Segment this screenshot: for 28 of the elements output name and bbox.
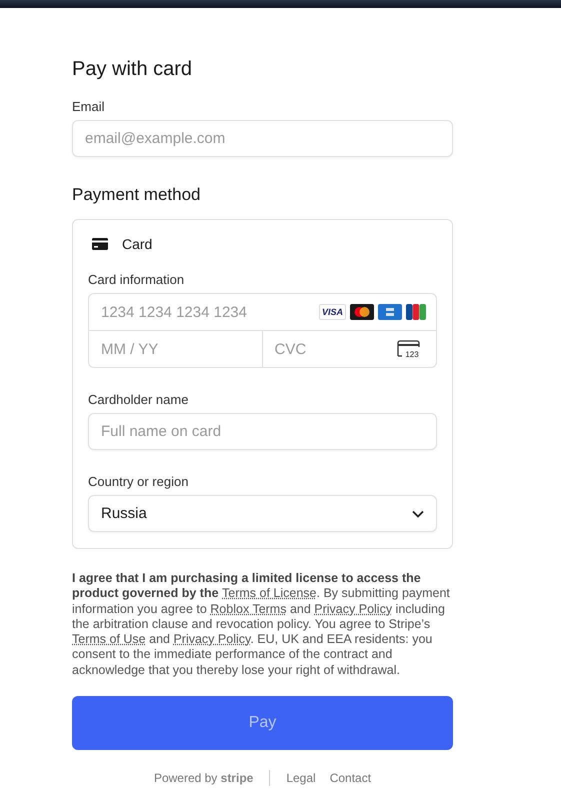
terms-link[interactable]: Privacy Policy bbox=[173, 632, 250, 646]
email-field[interactable]: email@example.com bbox=[72, 120, 453, 157]
page-title: Pay with card bbox=[72, 58, 194, 81]
field-label: Email bbox=[72, 99, 106, 114]
field-label: Card information bbox=[88, 272, 186, 287]
terms-link[interactable]: Privacy Policy bbox=[314, 602, 392, 616]
cardholder-name-field[interactable]: Full name on card bbox=[88, 413, 437, 450]
cvc-field[interactable]: CVC 123 bbox=[262, 331, 437, 368]
card-number-input[interactable]: 1234 1234 1234 1234 bbox=[89, 294, 319, 330]
chevron-down-icon bbox=[412, 510, 424, 518]
terms-link[interactable]: Terms of License bbox=[222, 586, 316, 600]
visa-logo: VISA bbox=[318, 304, 346, 320]
expiry-input[interactable]: MM / YY bbox=[89, 331, 262, 367]
powered-by-text: Powered by stripe bbox=[154, 771, 254, 786]
field-label: Cardholder name bbox=[88, 392, 190, 407]
mastercard-logo bbox=[350, 304, 374, 320]
terms-link[interactable]: Terms of Use bbox=[72, 632, 146, 646]
footer-link[interactable]: Legal bbox=[286, 771, 316, 786]
field-label: Country or region bbox=[88, 474, 190, 489]
country-select[interactable]: Russia bbox=[88, 495, 437, 532]
terms-link[interactable]: Roblox Terms bbox=[210, 602, 286, 616]
footer-link[interactable]: Contact bbox=[330, 771, 372, 786]
section-heading: Payment method bbox=[72, 185, 202, 205]
payment-method-label: Card bbox=[122, 236, 152, 252]
card-number-field[interactable]: 1234 1234 1234 1234 VISA bbox=[88, 293, 437, 331]
consent-paragraph: I agree that I am purchasing a limited license to access the product governed by the Terms of License. By submitting payment information you agree to Roblox Terms and Privacy Policy including the arbitration clause and revocation policy. You agree to Stripe’s Terms of Use and Privacy Policy. EU, UK and EEA residents: you consent to the immediate performance of the contract and acknowledge that you thereby lose your right of withdrawal. bbox=[72, 571, 451, 678]
card-icon bbox=[92, 238, 108, 250]
cvc-input[interactable]: CVC bbox=[262, 331, 396, 367]
